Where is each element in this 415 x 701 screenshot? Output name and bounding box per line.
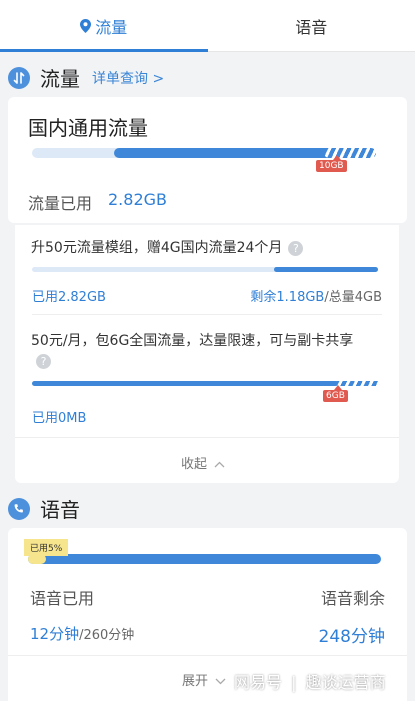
tab-voice-label: 语音 [295, 17, 328, 37]
voice-remaining-label: 语音剩余 [320, 589, 385, 608]
domestic-data-bar-fill [114, 148, 334, 158]
top-tabs: 流量 语音 [0, 0, 415, 52]
package-2-name: 50元/月，包6G全国流量，达量限速，可与副卡共享 [31, 333, 354, 349]
chevron-down-icon [215, 678, 226, 685]
tab-data[interactable]: 流量 [0, 0, 208, 52]
chevron-up-icon [214, 461, 225, 468]
expand-label: 展开 [182, 674, 209, 689]
voice-remaining-value: 248分钟 [318, 627, 385, 647]
domestic-data-card: 国内通用流量 10GB 流量已用 2.82GB [8, 97, 407, 223]
voice-section-header: 语音 [8, 494, 80, 523]
domestic-data-title: 国内通用流量 [28, 116, 148, 140]
phone-icon [8, 497, 30, 520]
data-section-title: 流量 [40, 67, 80, 91]
package-1-total: /总量4GB [324, 290, 382, 305]
voice-used-badge: 已用5% [24, 539, 69, 556]
total-10gb-tag: 10GB [316, 155, 347, 172]
collapse-label: 收起 [181, 457, 208, 472]
watermark: 网易号 | 趣谈运营商 [234, 669, 386, 693]
package-2-bar-fill [32, 381, 338, 386]
package-1-name-text: 升50元流量模组，赠4G国内流量24个月 [31, 240, 283, 256]
voice-used-total: /260分钟 [79, 628, 135, 643]
help-icon[interactable]: ? [36, 354, 51, 369]
data-used-value: 2.82GB [108, 190, 167, 209]
voice-used-value-group: 12分钟/260分钟 [30, 623, 134, 644]
collapse-divider [15, 437, 399, 438]
collapse-button[interactable]: 收起 [181, 453, 225, 472]
data-section-header: 流量 详单查询 > [8, 63, 164, 92]
voice-bar-fill [28, 554, 381, 564]
expand-divider [8, 655, 407, 656]
package-divider [32, 314, 382, 315]
data-transfer-icon [8, 66, 30, 89]
data-used-label: 流量已用 [28, 194, 93, 213]
location-pin-icon [80, 18, 92, 33]
watermark-right: 趣谈运营商 [305, 673, 386, 692]
tab-voice[interactable]: 语音 [208, 0, 415, 51]
voice-section-title: 语音 [40, 498, 80, 522]
help-icon[interactable]: ? [288, 240, 304, 256]
total-6gb-tag: 6GB [323, 385, 348, 402]
watermark-separator: | [291, 673, 297, 692]
package-1-name: 升50元流量模组，赠4G国内流量24个月? [31, 237, 304, 257]
tab-data-label: 流量 [95, 17, 128, 37]
package-1-remaining: 剩余1.18GB/总量4GB [250, 286, 382, 305]
detail-query-link[interactable]: 详单查询 > [92, 68, 164, 88]
package-1-remaining-value: 剩余1.18GB [250, 290, 325, 305]
voice-used-label: 语音已用 [30, 589, 95, 608]
package-list-card: 升50元流量模组，赠4G国内流量24个月? 已用2.82GB 剩余1.18GB/… [15, 225, 399, 483]
voice-used-value: 12分钟 [30, 625, 80, 643]
package-2-used: 已用0MB [32, 411, 87, 426]
expand-button[interactable]: 展开 [182, 670, 226, 689]
package-1-bar-fill [274, 267, 378, 272]
watermark-left: 网易号 [234, 673, 283, 692]
package-1-used: 已用2.82GB [32, 290, 106, 305]
